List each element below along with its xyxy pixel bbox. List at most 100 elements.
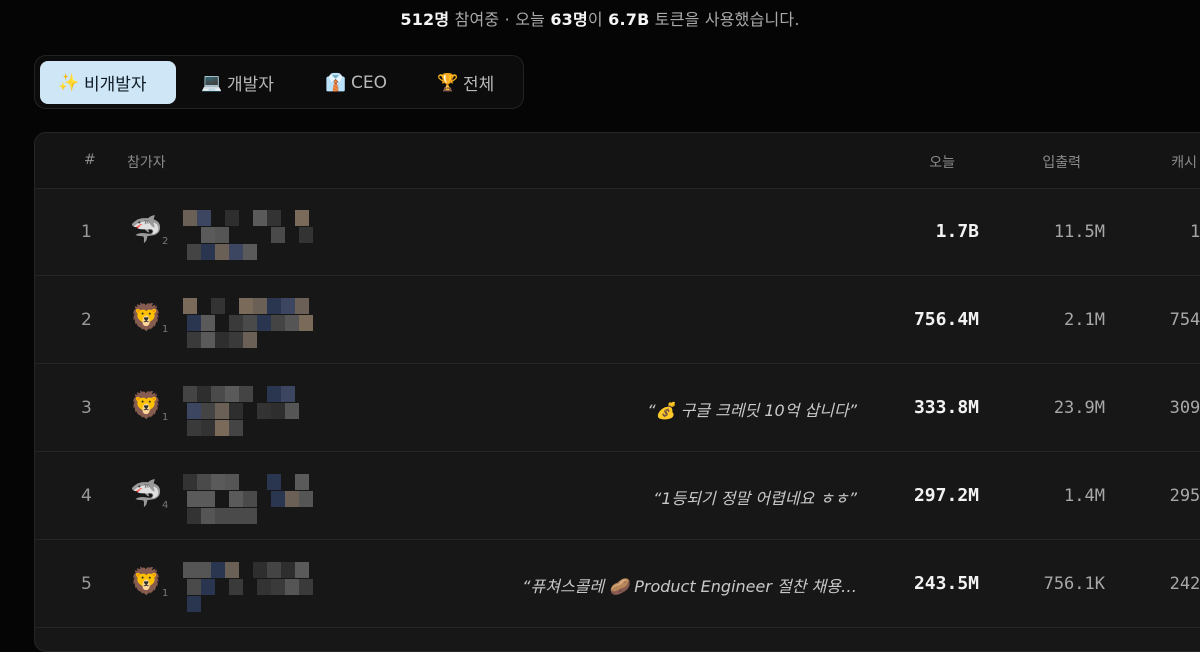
blur-pixel <box>281 386 295 402</box>
blur-pixel <box>201 332 215 348</box>
blur-pixel <box>285 403 299 419</box>
blur-pixel <box>183 474 197 490</box>
shark-icon: 🦈 <box>130 479 163 509</box>
blur-pixel <box>295 298 309 314</box>
level-badge: 4 <box>162 500 169 511</box>
column-participant: 참가자 <box>127 155 166 171</box>
participant-quote: “1등되기 정말 어렵네요 ㅎㅎ” <box>653 489 857 508</box>
tab-label: 비개발자 <box>84 75 147 95</box>
lion-icon: 🦁 <box>130 391 163 421</box>
today-tokens: 333.8M <box>913 397 979 418</box>
blur-pixel <box>201 244 215 260</box>
blur-pixel <box>267 298 281 314</box>
blur-pixel <box>253 210 267 226</box>
blur-pixel <box>271 403 285 419</box>
rank-number: 4 <box>81 486 92 506</box>
table-row[interactable]: 3 🦁 1 “💰 구글 크레딧 10억 삽니다” 333.8M 23.9M 30… <box>35 364 1200 452</box>
blur-pixel <box>201 579 215 595</box>
rank-number: 3 <box>81 398 92 418</box>
blur-pixel <box>215 244 229 260</box>
tab-label: CEO <box>351 72 387 93</box>
blur-pixel <box>187 508 201 524</box>
blur-pixel <box>187 596 201 612</box>
io-tokens: 1.4M <box>1064 486 1105 506</box>
tab-ceo[interactable]: 👔 CEO <box>311 61 407 104</box>
table-row[interactable]: 2 🦁 1 756.4M 2.1M 754.2M <box>35 276 1200 364</box>
blur-pixel <box>225 562 239 578</box>
blur-pixel <box>243 491 257 507</box>
level-badge: 2 <box>162 236 169 247</box>
blur-pixel <box>187 420 201 436</box>
blur-pixel <box>271 315 285 331</box>
participant-count: 512명 <box>400 10 450 29</box>
blur-pixel <box>239 298 253 314</box>
blur-pixel <box>187 491 201 507</box>
rank-number: 2 <box>81 310 92 330</box>
io-tokens: 756.1K <box>1043 574 1105 594</box>
blur-pixel <box>211 386 225 402</box>
blur-pixel <box>229 403 243 419</box>
lion-icon: 🦁 <box>130 567 163 597</box>
stats-text: 참여중 · 오늘 <box>449 10 551 29</box>
table-row[interactable]: 5 🦁 1 “퓨쳐스콜레 🥔 Product Engineer 절찬 채용… 2… <box>35 540 1200 628</box>
blur-pixel <box>215 420 229 436</box>
blur-pixel <box>299 579 313 595</box>
blur-pixel <box>229 579 243 595</box>
blur-pixel <box>229 332 243 348</box>
participant-quote: “퓨쳐스콜레 🥔 Product Engineer 절찬 채용… <box>522 577 857 596</box>
blurred-participant-name <box>183 298 383 358</box>
stats-text: 토큰을 사용했습니다. <box>649 10 800 29</box>
blur-pixel <box>229 491 243 507</box>
category-tabs: ✨ 비개발자 💻 개발자 👔 CEO 🏆 전체 <box>34 55 524 109</box>
blur-pixel <box>267 386 281 402</box>
table-row[interactable]: 1 🦈 2 1.7B 11.5M 1.7B <box>35 188 1200 276</box>
blur-pixel <box>285 315 299 331</box>
column-cache[interactable]: 캐시 <box>1171 152 1197 172</box>
column-io[interactable]: 입출력 <box>1042 152 1081 172</box>
cache-tokens: 754.2M <box>1169 310 1200 330</box>
io-tokens: 11.5M <box>1053 222 1105 242</box>
blur-pixel <box>257 315 271 331</box>
blur-pixel <box>225 210 239 226</box>
blur-pixel <box>183 386 197 402</box>
blurred-participant-name <box>183 562 383 622</box>
blur-pixel <box>229 244 243 260</box>
suit-icon: 👔 <box>325 72 347 93</box>
blur-pixel <box>187 315 201 331</box>
cache-tokens: 295.8M <box>1169 486 1200 506</box>
tab-non-developer[interactable]: ✨ 비개발자 <box>40 61 176 104</box>
trophy-icon: 🏆 <box>437 72 459 93</box>
today-tokens: 297.2M <box>913 485 979 506</box>
blurred-participant-name <box>183 386 383 446</box>
blur-pixel <box>211 562 225 578</box>
blur-pixel <box>215 508 229 524</box>
blur-pixel <box>271 227 285 243</box>
lion-icon: 🦁 <box>130 303 163 333</box>
blur-pixel <box>187 579 201 595</box>
tab-label: 개발자 <box>227 75 274 95</box>
table-row[interactable]: 4 🦈 4 “1등되기 정말 어렵네요 ㅎㅎ” 297.2M 1.4M 295.… <box>35 452 1200 540</box>
blur-pixel <box>201 227 215 243</box>
tab-developer[interactable]: 💻 개발자 <box>187 61 297 104</box>
level-badge: 1 <box>162 412 169 423</box>
blur-pixel <box>215 332 229 348</box>
blur-pixel <box>229 420 243 436</box>
blur-pixel <box>281 562 295 578</box>
rank-number: 1 <box>81 222 92 242</box>
blur-pixel <box>267 474 281 490</box>
blur-pixel <box>229 508 243 524</box>
blur-pixel <box>285 491 299 507</box>
stats-summary: 512명 참여중 · 오늘 63명이 6.7B 토큰을 사용했습니다. <box>0 6 1200 32</box>
blur-pixel <box>187 332 201 348</box>
tab-all[interactable]: 🏆 전체 <box>423 61 519 104</box>
blur-pixel <box>295 562 309 578</box>
token-count: 6.7B <box>608 10 650 29</box>
blur-pixel <box>271 491 285 507</box>
column-rank: # <box>84 152 96 168</box>
io-tokens: 23.9M <box>1053 398 1105 418</box>
column-today[interactable]: 오늘 <box>929 152 955 172</box>
stats-text: 이 <box>587 10 609 29</box>
blur-pixel <box>243 508 257 524</box>
blur-pixel <box>201 315 215 331</box>
blur-pixel <box>253 298 267 314</box>
